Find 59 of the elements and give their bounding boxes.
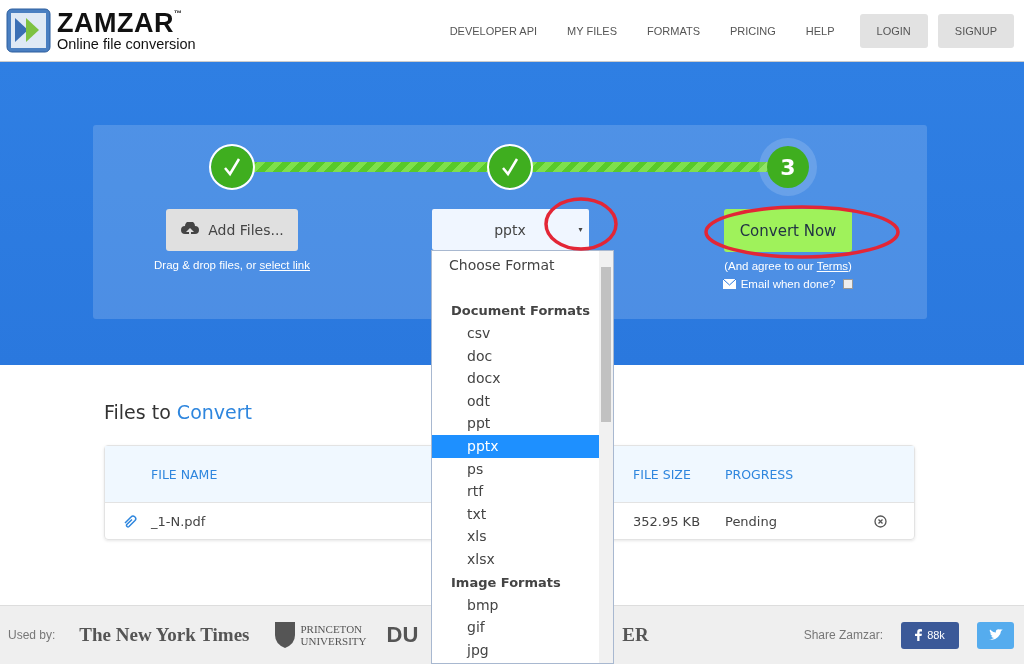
format-option[interactable]: bmp	[432, 593, 599, 617]
facebook-icon	[915, 629, 923, 641]
format-option[interactable]: txt	[432, 502, 599, 526]
convert-now-button[interactable]: Convert Now	[723, 209, 853, 252]
email-label: Email when done?	[740, 278, 836, 290]
signup-button[interactable]: SIGNUP	[937, 13, 1014, 48]
format-option[interactable]: xlsx	[432, 547, 599, 571]
checkmark-icon	[222, 157, 242, 177]
step-indicator: 3	[759, 138, 817, 196]
partner-logo: DU	[386, 622, 419, 648]
drag-drop-hint: Drag & drop files, or select link	[154, 259, 310, 271]
table-cell: _1-N.pdf	[151, 513, 206, 529]
used-by-label: Used by:	[8, 628, 56, 642]
format-option[interactable]: csv	[432, 322, 599, 345]
table-cell: Pending	[725, 513, 777, 529]
caret-icon: ▾	[578, 225, 583, 234]
scrollbar[interactable]	[599, 251, 613, 663]
facebook-share-button[interactable]: 88k	[901, 621, 959, 649]
format-option[interactable]: jpg	[432, 638, 599, 662]
table-cell: 352.95 KB	[633, 513, 701, 529]
format-option[interactable]: ps	[432, 457, 599, 481]
terms-note: (And agree to our Terms)	[724, 260, 852, 272]
login-button[interactable]: LOGIN	[859, 13, 928, 48]
format-option[interactable]: ppt	[432, 412, 599, 435]
remove-icon[interactable]	[874, 514, 887, 528]
add-files-button[interactable]: Add Files...	[166, 209, 298, 251]
nav-link[interactable]: MY FILES	[552, 24, 632, 37]
bird-icon	[988, 629, 1003, 641]
column-header: FILE SIZE	[633, 466, 691, 482]
format-option[interactable]: odt	[432, 389, 599, 413]
format-option[interactable]: gif	[432, 616, 599, 639]
nav-link[interactable]: PRICING	[715, 24, 791, 37]
format-select[interactable]: pptx ▾	[431, 209, 589, 250]
newspaper-logo: ER	[622, 624, 649, 646]
email-checkbox[interactable]	[843, 279, 854, 289]
twitter-share-button[interactable]	[977, 621, 1014, 649]
newspaper-logo: The New York Times	[79, 624, 250, 646]
brand-tagline: Online file conversion	[57, 36, 196, 52]
nav-link[interactable]: FORMATS	[632, 24, 715, 37]
format-option[interactable]: rtf	[432, 480, 599, 503]
brand-name: ZAMZAR™	[57, 9, 184, 37]
logo-icon	[6, 8, 51, 53]
nav-link[interactable]: DEVELOPER API	[434, 24, 553, 37]
paperclip-icon	[123, 514, 139, 528]
group-heading: Image Formats	[450, 573, 562, 592]
checkmark-icon	[500, 157, 520, 177]
shield-icon	[273, 621, 296, 649]
format-option[interactable]: doc	[432, 344, 599, 368]
nav-link[interactable]: HELP	[790, 24, 850, 37]
format-option[interactable]: xls	[432, 525, 599, 548]
group-heading: Document Formats	[450, 302, 591, 320]
section-title: Files to Convert	[104, 401, 253, 423]
university-logo: PRINCETON UNIVERSITY	[300, 622, 367, 648]
share-label: Share Zamzar:	[803, 628, 883, 642]
column-header: FILE NAME	[151, 466, 218, 482]
column-header: PROGRESS	[725, 466, 794, 482]
envelope-icon	[722, 279, 736, 289]
format-option[interactable]: docx	[432, 367, 599, 390]
dropdown-prompt[interactable]: Choose Format	[432, 254, 599, 279]
